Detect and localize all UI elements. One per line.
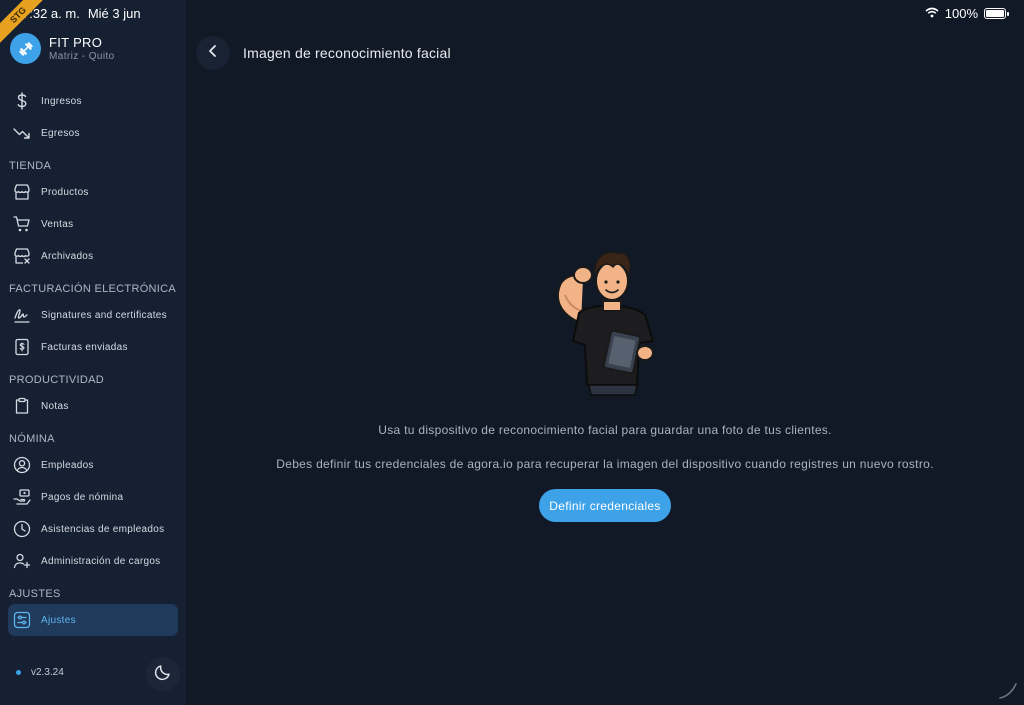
dumbbell-icon [10, 33, 41, 64]
clipboard-icon [13, 397, 31, 415]
define-credentials-button[interactable]: Definir credenciales [539, 489, 671, 522]
app-root: 7:32 a. m. Mié 3 jun 100% STG FIT PRO Ma… [0, 0, 1024, 705]
sidebar-item-label: Egresos [41, 127, 80, 139]
sidebar-item-label: Archivados [41, 250, 94, 262]
sidebar: FIT PRO Matriz - Quito Ingresos Egresos … [0, 0, 186, 705]
section-title-ajustes: AJUSTES [9, 588, 61, 600]
sidebar-item-label: Ingresos [41, 95, 82, 107]
sidebar-item-ajustes[interactable]: Ajustes [8, 604, 178, 636]
section-title-tienda: TIENDA [9, 160, 52, 172]
section-title-productividad: PRODUCTIVIDAD [9, 374, 104, 386]
sidebar-item-productos[interactable]: Productos [0, 176, 186, 208]
dollar-icon [13, 92, 31, 110]
theme-toggle-button[interactable] [146, 657, 180, 691]
brand-title: FIT PRO [49, 35, 103, 50]
sidebar-item-asistencias[interactable]: Asistencias de empleados [0, 513, 186, 545]
moon-icon [154, 663, 172, 686]
sidebar-item-label: Facturas enviadas [41, 341, 128, 353]
store-icon [13, 183, 31, 201]
sidebar-item-label: Productos [41, 186, 89, 198]
sidebar-item-pagos-nomina[interactable]: Pagos de nómina [0, 481, 186, 513]
page-title: Imagen de reconocimiento facial [243, 45, 451, 61]
battery-percent: 100% [944, 6, 978, 21]
sidebar-item-egresos[interactable]: Egresos [0, 117, 186, 149]
battery-fill [986, 10, 1004, 17]
signature-icon [13, 306, 31, 324]
status-left: 7:32 a. m. Mié 3 jun [22, 6, 141, 21]
sidebar-item-empleados[interactable]: Empleados [0, 449, 186, 481]
brand-subtitle: Matriz - Quito [49, 51, 115, 62]
user-circle-icon [13, 456, 31, 474]
section-title-nomina: NÓMINA [9, 433, 55, 445]
app-version: v2.3.24 [16, 667, 64, 678]
sidebar-nav: Ingresos Egresos TIENDA Productos Ventas… [0, 85, 186, 636]
status-right: 100% [925, 6, 1009, 21]
sidebar-item-label: Ventas [41, 218, 74, 230]
section-title-facturacion: FACTURACIÓN ELECTRÓNICA [9, 283, 177, 295]
chevron-left-icon [207, 44, 219, 63]
sidebar-item-notas[interactable]: Notas [0, 390, 186, 422]
archive-store-icon [13, 247, 31, 265]
cart-icon [13, 215, 31, 233]
sidebar-item-label: Administración de cargos [41, 555, 161, 567]
status-date: Mié 3 jun [87, 6, 141, 21]
sidebar-item-archivados[interactable]: Archivados [0, 240, 186, 272]
version-label: v2.3.24 [31, 667, 64, 678]
user-add-icon [13, 552, 31, 570]
clock-icon [13, 520, 31, 538]
sidebar-item-label: Pagos de nómina [41, 491, 124, 503]
sidebar-item-cargos[interactable]: Administración de cargos [0, 545, 186, 577]
sidebar-item-label: Ajustes [41, 614, 76, 626]
sidebar-item-label: Notas [41, 400, 69, 412]
payment-icon [13, 488, 31, 506]
invoice-icon [13, 338, 31, 356]
wifi-icon [925, 6, 939, 21]
brand-text: FIT PRO Matriz - Quito [49, 35, 115, 62]
sidebar-item-ventas[interactable]: Ventas [0, 208, 186, 240]
brand[interactable]: FIT PRO Matriz - Quito [10, 33, 115, 64]
flexing-trainer-illustration [541, 245, 681, 405]
trending-down-icon [13, 124, 31, 142]
status-dot [16, 670, 21, 675]
sidebar-item-signatures[interactable]: Signatures and certificates [0, 299, 186, 331]
status-bar: 7:32 a. m. Mié 3 jun 100% [0, 0, 1024, 26]
main-content: Imagen de reconocimiento facial Usa tu d… [186, 0, 1024, 705]
sidebar-item-ingresos[interactable]: Ingresos [0, 85, 186, 117]
sidebar-item-label: Signatures and certificates [41, 309, 167, 321]
sidebar-item-label: Empleados [41, 459, 94, 471]
sidebar-item-facturas[interactable]: Facturas enviadas [0, 331, 186, 363]
resize-handle-icon [998, 680, 1018, 705]
battery-icon [984, 8, 1009, 19]
sidebar-item-label: Asistencias de empleados [41, 523, 165, 535]
back-button[interactable] [196, 36, 230, 70]
settings-sliders-icon [13, 611, 31, 629]
info-message-1: Usa tu dispositivo de reconocimiento fac… [378, 423, 832, 437]
info-message-2: Debes definir tus credenciales de agora.… [276, 457, 934, 471]
